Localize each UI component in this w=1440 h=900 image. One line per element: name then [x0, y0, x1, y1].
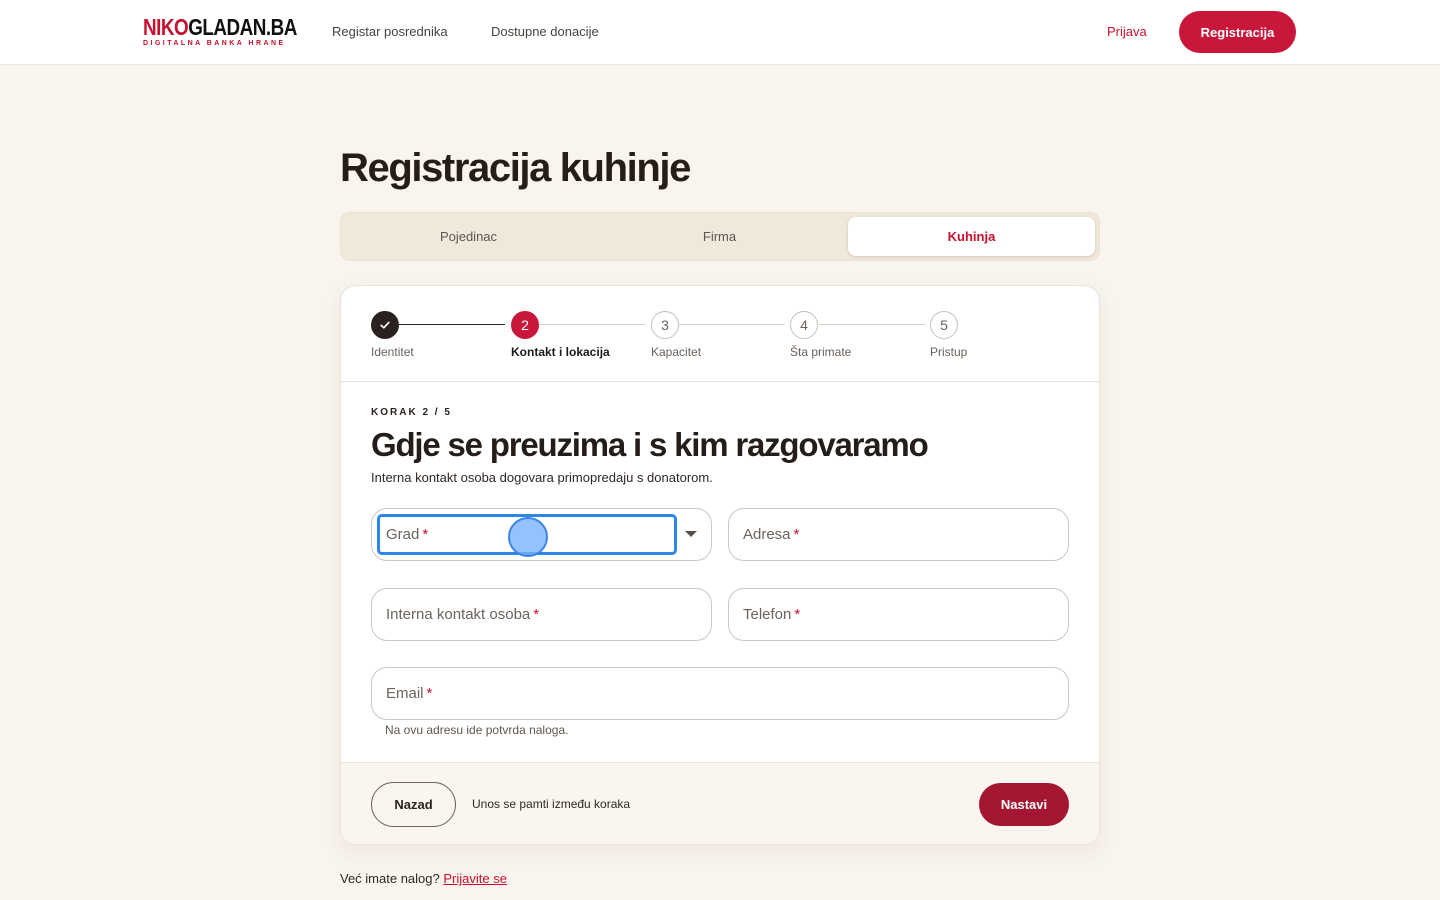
progress-stepper: 2 3 4 5 Identitet Kontakt i lokacija Kap…	[341, 286, 1099, 382]
grad-select[interactable]: Grad *	[371, 508, 712, 561]
nav-link-registar-posrednika[interactable]: Registar posrednika	[332, 23, 448, 40]
step-connector	[539, 324, 645, 325]
kontakt-osoba-input[interactable]: Interna kontakt osoba *	[371, 588, 712, 641]
step-5-label: Pristup	[930, 345, 968, 359]
step-connector	[819, 324, 925, 325]
card-footer: Nazad Unos se pamti između koraka Nastav…	[341, 762, 1099, 844]
step-1-label: Identitet	[371, 345, 414, 359]
grad-label: Grad *	[386, 526, 429, 543]
email-helper-text: Na ovu adresu ide potvrda naloga.	[385, 723, 569, 737]
step-4-circle: 4	[790, 311, 818, 339]
step-connector	[399, 324, 505, 325]
step-4-label: Šta primate	[790, 345, 852, 359]
section-description: Interna kontakt osoba dogovara primopred…	[371, 470, 713, 485]
top-navigation: NIKOGLADAN.BA DIGITALNA BANKA HRANE Regi…	[0, 0, 1440, 65]
logo-tagline: DIGITALNA BANKA HRANE	[143, 40, 286, 47]
nav-link-dostupne-donacije[interactable]: Dostupne donacije	[491, 23, 599, 40]
page-title: Registracija kuhinje	[340, 146, 691, 190]
login-here-link[interactable]: Prijavite se	[443, 871, 507, 886]
tab-firma[interactable]: Firma	[596, 217, 843, 256]
step-1-check-icon	[371, 311, 399, 339]
section-title: Gdje se preuzima i s kim razgovaramo	[371, 426, 929, 463]
step-3-circle: 3	[651, 311, 679, 339]
next-button[interactable]: Nastavi	[979, 783, 1069, 826]
registration-type-tabs: Pojedinac Firma Kuhinja	[340, 212, 1100, 261]
tab-pojedinac[interactable]: Pojedinac	[345, 217, 592, 256]
adresa-input[interactable]: Adresa *	[728, 508, 1069, 561]
telefon-input[interactable]: Telefon *	[728, 588, 1069, 641]
step-connector	[679, 324, 785, 325]
step-3-label: Kapacitet	[651, 345, 702, 359]
registration-card: 2 3 4 5 Identitet Kontakt i lokacija Kap…	[340, 285, 1100, 845]
step-5-circle: 5	[930, 311, 958, 339]
caret-down-icon[interactable]	[685, 531, 697, 537]
logo-wordmark: NIKOGLADAN.BA	[143, 14, 297, 40]
adresa-label: Adresa *	[743, 526, 800, 543]
back-button[interactable]: Nazad	[371, 782, 456, 827]
step-eyebrow: KORAK 2 / 5	[371, 407, 452, 418]
register-button[interactable]: Registracija	[1179, 11, 1296, 53]
email-label: Email *	[386, 685, 433, 702]
autosave-note: Unos se pamti između koraka	[472, 797, 631, 811]
login-link[interactable]: Prijava	[1107, 23, 1147, 40]
logo[interactable]: NIKOGLADAN.BA DIGITALNA BANKA HRANE	[143, 14, 297, 48]
pointer-cursor-icon	[508, 517, 548, 557]
existing-account-prompt: Već imate nalog? Prijavite se	[340, 870, 507, 887]
tab-kuhinja[interactable]: Kuhinja	[848, 217, 1095, 256]
kontakt-osoba-label: Interna kontakt osoba *	[386, 606, 540, 623]
email-input[interactable]: Email *	[371, 667, 1069, 720]
step-2-circle: 2	[511, 311, 539, 339]
existing-account-text: Već imate nalog?	[340, 871, 440, 886]
step-2-label: Kontakt i lokacija	[511, 345, 610, 359]
telefon-label: Telefon *	[743, 606, 801, 623]
